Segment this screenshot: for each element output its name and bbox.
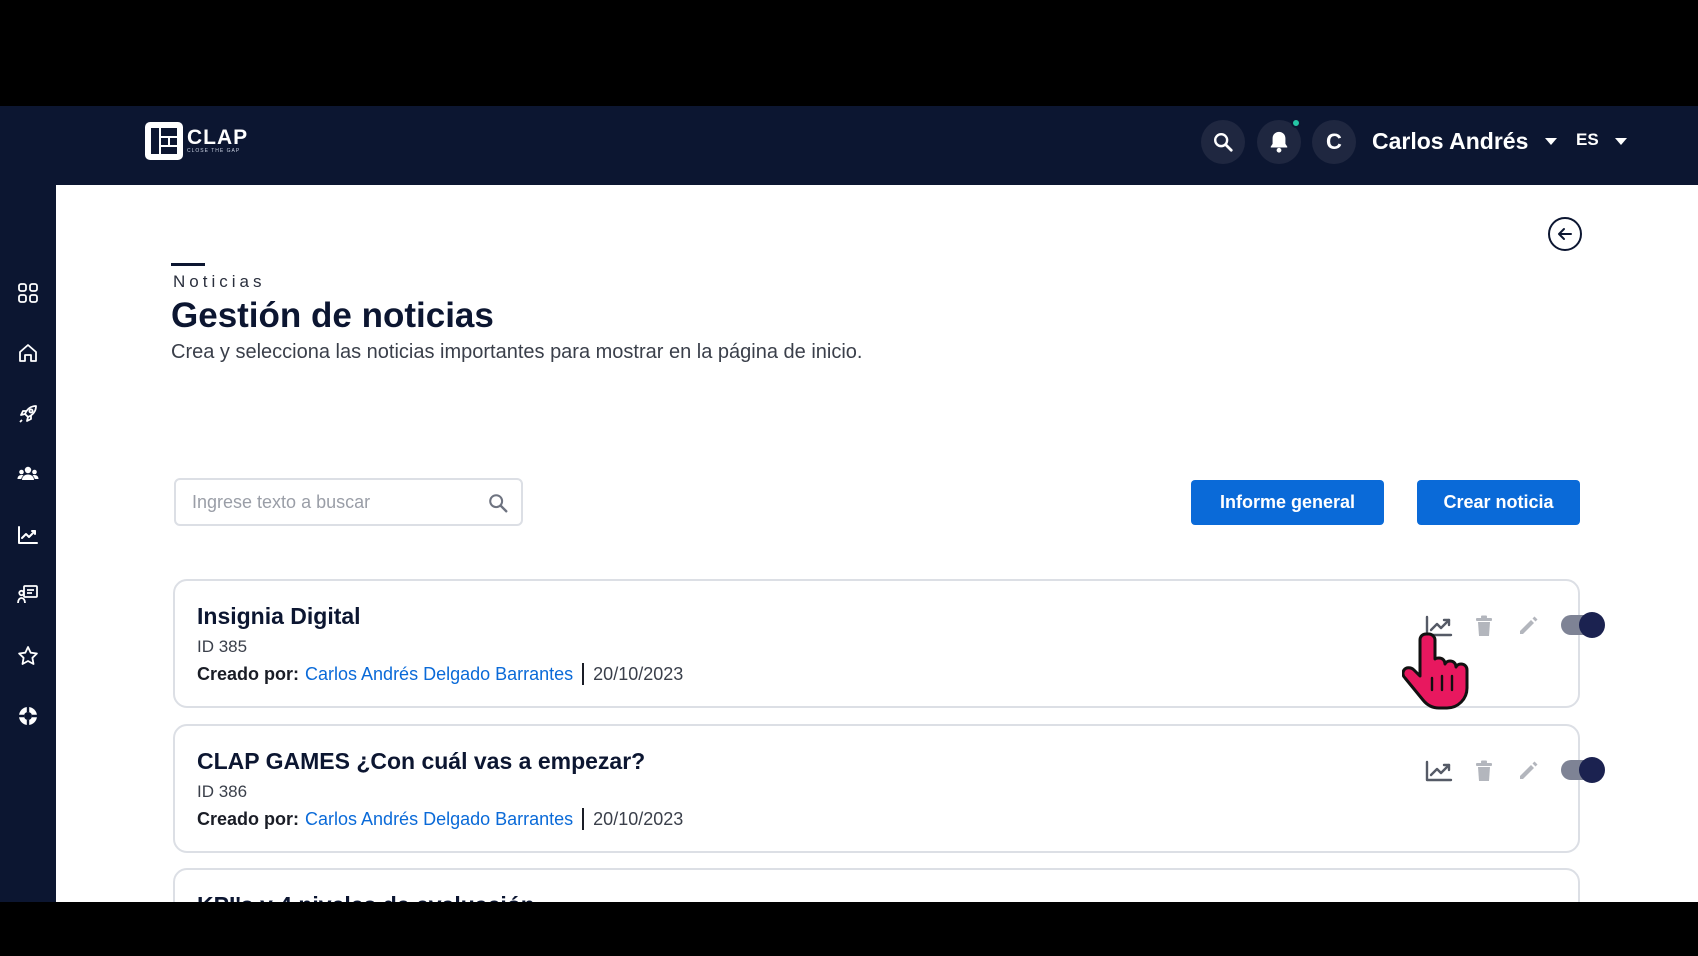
trash-icon [1476, 615, 1492, 636]
news-id: ID 386 [197, 782, 248, 801]
news-title: KPI's y 4 niveles de evaluación [197, 892, 535, 902]
hand-pointer-cursor [1402, 632, 1469, 710]
global-search-button[interactable] [1201, 120, 1245, 164]
news-delete-button[interactable] [1469, 756, 1499, 786]
clap-logo[interactable]: CLAP CLOSE THE GAP [145, 121, 248, 161]
main-content: Noticias Gestión de noticias Crea y sele… [56, 185, 1698, 902]
logo-wordmark: CLAP [187, 125, 249, 149]
top-navbar: CLAP CLOSE THE GAP C Carlos Andrés ES [0, 106, 1698, 185]
user-menu-name[interactable]: Carlos Andrés [1372, 128, 1528, 155]
search-icon [1214, 133, 1233, 152]
news-author-link[interactable]: Carlos Andrés Delgado Barrantes [305, 664, 573, 685]
news-active-toggle[interactable] [1561, 757, 1605, 783]
sidebar-item-support[interactable] [16, 704, 40, 728]
news-title: CLAP GAMES ¿Con cuál vas a empezar? [197, 748, 646, 774]
logo-tagline: CLOSE THE GAP [187, 147, 241, 154]
news-card: CLAP GAMES ¿Con cuál vas a empezar? ID 3… [173, 724, 1605, 853]
pencil-icon [1520, 616, 1538, 634]
news-date: 20/10/2023 [593, 663, 684, 684]
home-icon [19, 344, 37, 362]
page-title: Gestión de noticias [171, 296, 494, 335]
trending-up-icon [1425, 760, 1453, 782]
search-icon[interactable] [487, 492, 509, 514]
letterbox-top [0, 0, 1698, 106]
users-icon [17, 466, 39, 480]
trash-icon [1476, 760, 1492, 781]
sidebar [0, 185, 56, 902]
news-date: 20/10/2023 [593, 808, 684, 829]
news-meta: Creado por: Carlos Andrés Delgado Barran… [197, 808, 683, 830]
pencil-icon [1520, 761, 1538, 779]
arrow-left-icon [1558, 228, 1572, 240]
chevron-down-icon[interactable] [1615, 138, 1627, 145]
sidebar-item-training[interactable] [16, 583, 40, 607]
notification-status-dot [1291, 118, 1301, 128]
meta-divider [582, 663, 585, 685]
news-edit-button[interactable] [1513, 756, 1543, 786]
news-title: Insignia Digital [197, 603, 361, 629]
page-subtitle: Crea y selecciona las noticias important… [171, 341, 863, 363]
language-selector[interactable]: ES [1576, 130, 1599, 150]
sidebar-item-home[interactable] [16, 341, 40, 365]
sidebar-item-launch[interactable] [16, 402, 40, 426]
back-button[interactable] [1548, 217, 1582, 251]
news-edit-button[interactable] [1513, 611, 1543, 641]
sidebar-item-reports[interactable] [16, 523, 40, 547]
clap-logo-mark [145, 122, 183, 160]
sidebar-item-users[interactable] [16, 462, 40, 486]
presentation-icon [17, 585, 38, 604]
chart-icon [18, 526, 38, 544]
news-author-link[interactable]: Carlos Andrés Delgado Barrantes [305, 809, 573, 830]
news-active-toggle[interactable] [1561, 612, 1605, 638]
toggle-knob [1579, 757, 1605, 783]
sidebar-item-dashboard[interactable] [16, 281, 40, 305]
toggle-knob [1579, 612, 1605, 638]
news-card: KPI's y 4 niveles de evaluación [173, 868, 1580, 902]
eyebrow-accent-line [171, 263, 205, 266]
create-news-button[interactable]: Crear noticia [1417, 480, 1580, 525]
sidebar-item-favorites[interactable] [16, 644, 40, 668]
grid-icon [18, 283, 38, 303]
news-id: ID 385 [197, 637, 248, 656]
created-by-label: Creado por: [197, 808, 300, 829]
created-by-label: Creado por: [197, 663, 300, 684]
support-icon [19, 707, 37, 725]
breadcrumb: Noticias [173, 272, 266, 291]
news-card: Insignia Digital ID 385 Creado por: Carl… [173, 579, 1605, 708]
news-meta: Creado por: Carlos Andrés Delgado Barran… [197, 663, 683, 685]
rocket-icon [19, 405, 37, 423]
chevron-down-icon[interactable] [1545, 138, 1557, 145]
letterbox-bottom [0, 902, 1698, 956]
star-icon [18, 646, 38, 665]
meta-divider [582, 808, 585, 830]
bell-icon [1270, 131, 1288, 153]
general-report-button[interactable]: Informe general [1191, 480, 1384, 525]
news-search-box [174, 478, 523, 526]
news-search-input[interactable] [192, 491, 482, 513]
avatar[interactable]: C [1312, 120, 1356, 164]
news-stats-button[interactable] [1424, 756, 1454, 786]
